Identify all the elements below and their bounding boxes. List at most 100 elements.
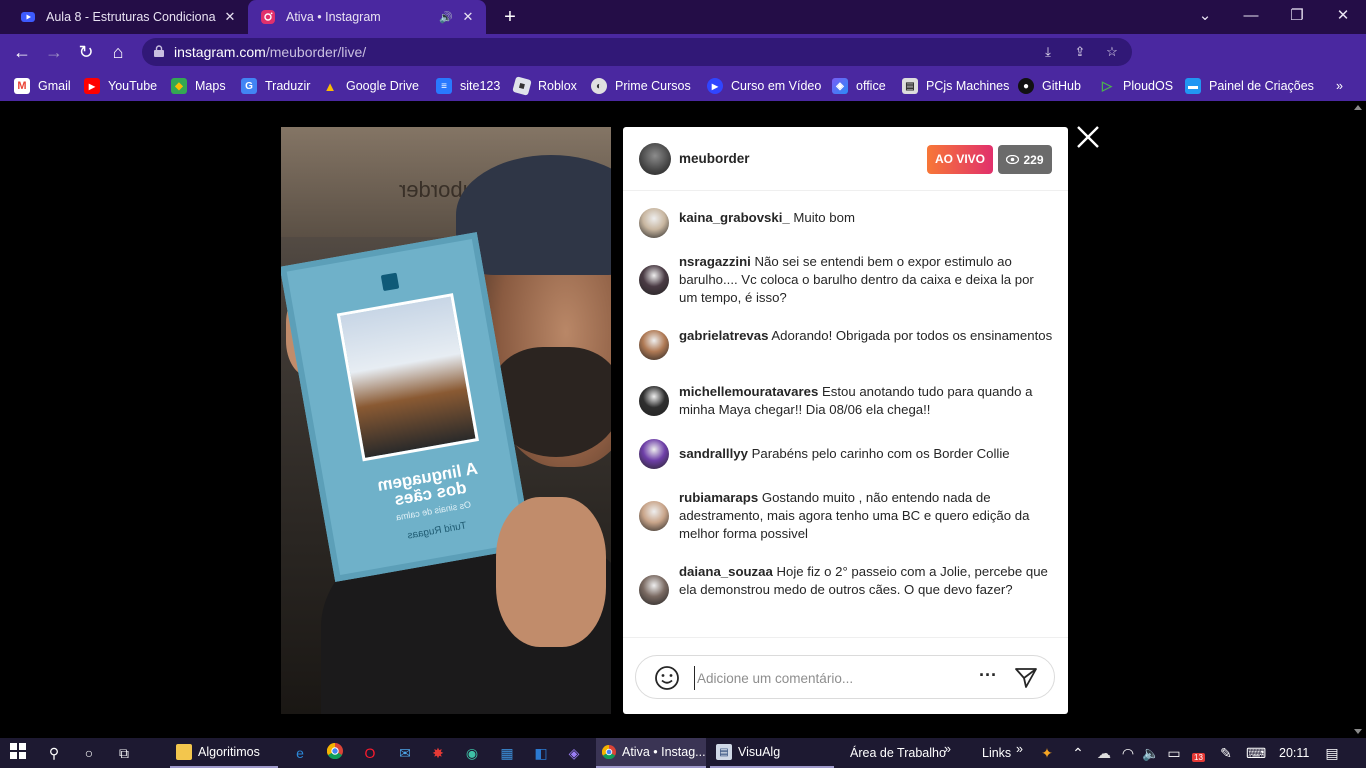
bookmark-site123[interactable]: ≡ site123 [436,76,500,96]
bookmark-drive[interactable]: ▲ Google Drive [322,76,419,96]
cortana-icon[interactable]: ○ [79,743,99,763]
scroll-up-arrow[interactable] [1354,105,1362,110]
commenter-username[interactable]: kaina_grabovski_ [679,210,790,225]
links-toolbar-label[interactable]: Links [982,738,1011,768]
pinned-app-icon[interactable]: ✦ [1037,743,1057,763]
live-video[interactable]: meuborder A linguagem dos cães Os sinais… [281,127,611,714]
commenter-username[interactable]: sandralllyy [679,446,748,461]
bookmark-roblox[interactable]: ■ Roblox [512,76,577,96]
restore-button[interactable]: ❐ [1274,0,1320,34]
commenter-avatar[interactable] [639,501,669,531]
more-options-icon[interactable]: ··· [976,666,1000,690]
windows-taskbar: ⚲ ○ ⧉ Algoritimos e O ✉ ✸ ◉ ▦ ◧ ◈ Ativa … [0,738,1366,768]
outlook-icon[interactable]: ◧ [531,743,551,763]
commenter-username[interactable]: nsragazzini [679,254,751,269]
taskbar-app-algoritimos[interactable]: Algoritimos [170,738,278,768]
links-toolbar-chevron-icon[interactable]: » [1016,734,1023,764]
clock[interactable]: 20:11 [1279,738,1309,768]
chrome-icon[interactable] [325,742,345,763]
battery-icon[interactable]: ▭ [1164,743,1184,763]
commenter-username[interactable]: gabrielatrevas [679,328,768,343]
commenter-avatar[interactable] [639,575,669,605]
taskbar-app-visualg[interactable]: ▤ VisuAlg [710,738,834,768]
mail-icon[interactable]: ✉ [395,743,415,763]
reload-button[interactable]: ↻ [74,40,98,64]
commenter-username[interactable]: daiana_souzaa [679,564,773,579]
bookmark-maps[interactable]: ◆ Maps [171,76,226,96]
bookmark-ploudos[interactable]: ▷ PloudOS [1099,76,1173,96]
commenter-username[interactable]: michellemouratavares [679,384,818,399]
install-app-icon[interactable]: ⤓ [1040,44,1056,60]
close-tab-icon[interactable]: ✕ [222,9,238,25]
action-center-icon[interactable]: ▤ [1322,743,1342,763]
commenter-avatar[interactable] [639,265,669,295]
comment-input[interactable] [694,666,964,690]
minimize-button[interactable]: — [1228,0,1274,34]
close-tab-icon[interactable]: ✕ [460,9,476,25]
wifi-icon[interactable]: ◠ [1118,743,1138,763]
bookmark-painel[interactable]: ▬ Painel de Criações [1185,76,1314,96]
comment-input-box: ··· [635,655,1055,699]
commenter-avatar[interactable] [639,386,669,416]
office-app-icon[interactable]: ◈ [564,743,584,763]
bookmark-youtube[interactable]: ▶ YouTube [84,76,157,96]
close-window-button[interactable]: ✕ [1320,0,1366,34]
broadcaster-avatar[interactable] [639,143,671,175]
new-tab-button[interactable]: + [498,5,522,29]
address-bar[interactable]: instagram.com/meuborder/live/ ⤓ ⇪ ☆ [142,38,1132,66]
speaker-icon[interactable]: 🔊 [438,11,454,24]
show-hidden-icons[interactable]: ⌃ [1068,743,1088,763]
tab-instagram[interactable]: Ativa • Instagram 🔊 ✕ [248,0,486,34]
ploudos-icon: ▷ [1102,78,1112,93]
bookmark-traduzir[interactable]: G Traduzir [241,76,310,96]
bookmark-gmail[interactable]: M Gmail [14,76,71,96]
windows-start-icon[interactable] [8,743,28,763]
opera-icon[interactable]: O [360,743,380,763]
back-button[interactable]: ← [10,40,34,64]
close-icon[interactable] [1076,125,1100,149]
folder-icon [176,744,192,760]
github-icon: ● [1018,78,1034,94]
drive-icon: ▲ [323,78,337,94]
broadcaster-username[interactable]: meuborder [679,151,750,166]
pen-workspace-icon[interactable]: ✎ [1216,743,1236,763]
bookmark-prime-cursos[interactable]: ◐ Prime Cursos [591,76,691,96]
tab-strip: Aula 8 - Estruturas Condicionais 2 ✕ Ati… [0,0,1366,34]
bookmark-office[interactable]: ◈ office [832,76,886,96]
taskbar-app-chrome-instagram[interactable]: Ativa • Instag... [596,738,706,768]
keyboard-icon[interactable]: ⌨ [1246,743,1266,763]
edge-icon[interactable]: e [290,743,310,763]
share-icon[interactable]: ⇪ [1072,44,1088,60]
commenter-avatar[interactable] [639,330,669,360]
send-icon[interactable] [1014,666,1038,690]
bookmark-github[interactable]: ● GitHub [1018,76,1081,96]
bookmark-star-icon[interactable]: ☆ [1104,44,1120,60]
edge-dev-icon[interactable]: ◉ [462,743,482,763]
volume-icon[interactable]: 🔈 [1141,743,1161,763]
desktop-toolbar-label[interactable]: Área de Trabalho [850,738,946,768]
defender-icon[interactable]: ☁ [1094,743,1114,763]
bookmark-curso-em-video[interactable]: ▶ Curso em Vídeo [707,76,821,96]
commenter-avatar[interactable] [639,439,669,469]
tab-aula8[interactable]: Aula 8 - Estruturas Condicionais 2 ✕ [8,0,248,34]
bookmark-pcjs[interactable]: ▤ PCjs Machines [902,76,1009,96]
emoji-icon[interactable] [654,665,680,691]
search-icon[interactable]: ⚲ [44,743,64,763]
bookmarks-overflow-button[interactable]: » [1336,76,1343,96]
scroll-down-arrow[interactable] [1354,729,1362,734]
viewer-count-badge[interactable]: 229 [998,145,1052,174]
home-button[interactable]: ⌂ [106,40,130,64]
commenter-username[interactable]: rubiamaraps [679,490,758,505]
url-text: instagram.com/meuborder/live/ [174,44,367,60]
desktop-toolbar-chevron-icon[interactable]: » [944,734,951,764]
presenter-hand-right [496,497,606,647]
page-scrollbar[interactable] [1351,101,1366,738]
tab-search-icon[interactable]: ⌄ [1182,0,1228,34]
commenter-avatar[interactable] [639,208,669,238]
forward-button[interactable]: → [42,40,66,64]
game-app-icon[interactable]: ✸ [428,743,448,763]
notification-app-icon[interactable]: 13 [1188,743,1208,763]
task-view-icon[interactable]: ⧉ [114,743,134,763]
store-icon[interactable]: ▦ [497,743,517,763]
tab-title: Ativa • Instagram [286,10,381,24]
